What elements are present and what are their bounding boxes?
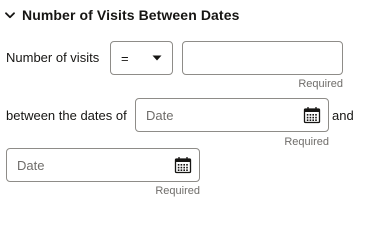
date-from-required-hint: Required <box>284 136 329 148</box>
caret-down-icon <box>152 55 162 61</box>
date-to-required-hint: Required <box>155 185 200 197</box>
operator-select[interactable]: = <box>110 41 173 75</box>
section-title: Number of Visits Between Dates <box>22 7 240 23</box>
visits-required-hint: Required <box>298 78 343 90</box>
calendar-icon[interactable] <box>302 105 322 125</box>
chevron-down-icon <box>4 9 16 21</box>
number-of-visits-label: Number of visits <box>6 50 100 65</box>
date-from-field[interactable] <box>135 98 329 132</box>
date-to-input[interactable] <box>17 157 173 173</box>
between-dates-label: between the dates of <box>6 108 127 123</box>
section-header-toggle[interactable]: Number of Visits Between Dates <box>4 4 239 26</box>
date-from-input[interactable] <box>146 107 302 123</box>
calendar-icon[interactable] <box>173 155 193 175</box>
number-of-visits-input[interactable] <box>182 41 343 75</box>
date-to-field[interactable] <box>6 148 200 182</box>
operator-value: = <box>121 50 129 66</box>
and-label: and <box>332 108 354 123</box>
